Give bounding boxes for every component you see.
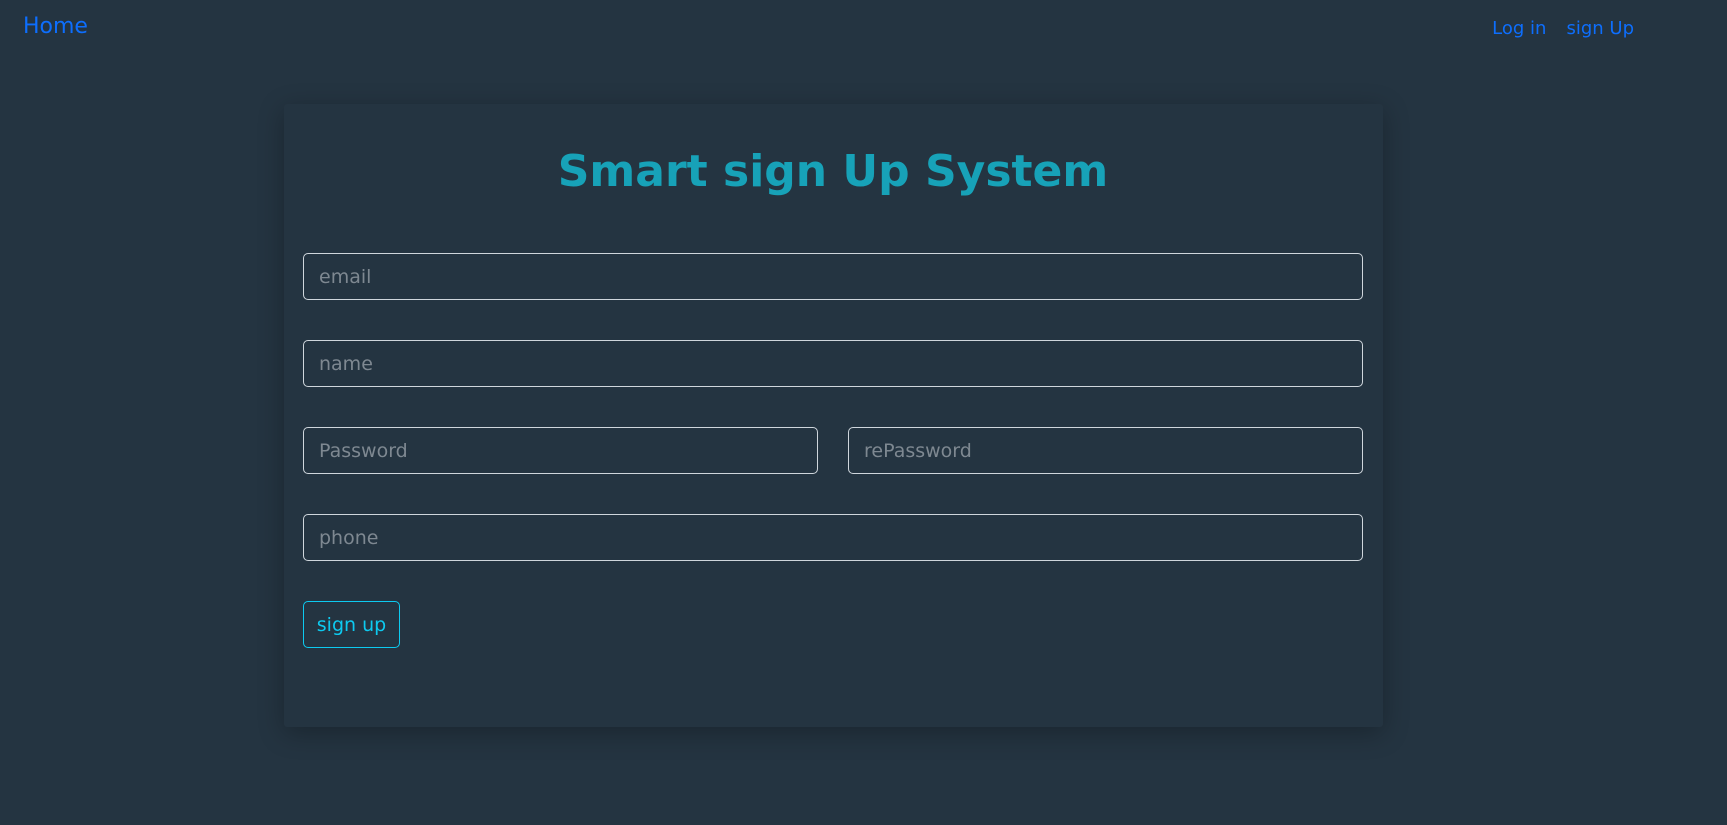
- page-title: Smart sign Up System: [557, 146, 1109, 197]
- nav-home-link[interactable]: Home: [23, 14, 88, 39]
- phone-field[interactable]: [303, 514, 1363, 561]
- repassword-field[interactable]: [848, 427, 1363, 474]
- nav-login-link[interactable]: Log in: [1492, 18, 1546, 39]
- sign-up-button[interactable]: sign up: [303, 601, 400, 648]
- nav-right-links: Log in sign Up: [1492, 18, 1634, 39]
- password-field[interactable]: [303, 427, 818, 474]
- navbar: Home Log in sign Up: [0, 0, 1727, 58]
- name-field[interactable]: [303, 340, 1363, 387]
- email-field[interactable]: [303, 253, 1363, 300]
- nav-signup-link[interactable]: sign Up: [1566, 18, 1634, 39]
